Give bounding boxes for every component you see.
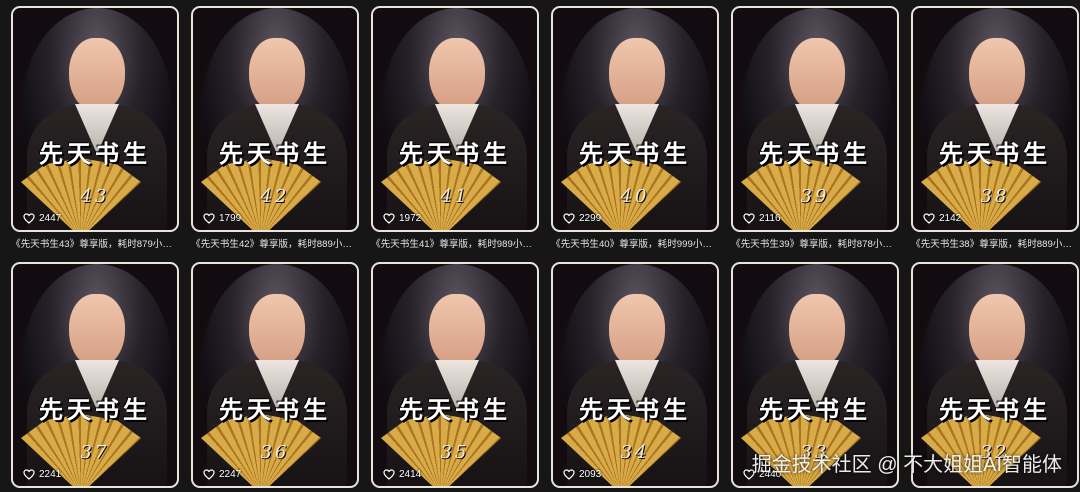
heart-outline-icon: [23, 469, 35, 480]
episode-number: 41: [440, 186, 470, 207]
heart-outline-icon: [923, 213, 935, 224]
like-count-value: 2241: [39, 469, 62, 480]
thumbnail-title: 先天书生: [939, 395, 1051, 424]
thumbnail-art: [429, 38, 485, 112]
thumbnail-title: 先天书生: [219, 395, 331, 424]
video-thumbnail[interactable]: 先天书生 39 2116: [731, 6, 899, 232]
video-thumbnail[interactable]: 先天书生 40 2299: [551, 6, 719, 232]
episode-number: 40: [620, 186, 650, 207]
heart-outline-icon: [203, 469, 215, 480]
video-card[interactable]: 先天书生 34 2093: [551, 262, 719, 488]
episode-number: 42: [260, 186, 290, 207]
heart-outline-icon: [383, 213, 395, 224]
episode-number: 38: [980, 186, 1010, 207]
thumbnail-title: 先天书生: [759, 395, 871, 424]
thumbnail-art: [69, 294, 125, 368]
like-count: 2116: [743, 213, 781, 224]
like-count: 1972: [383, 213, 421, 224]
thumbnail-title: 先天书生: [579, 395, 691, 424]
thumbnail-title: 先天书生: [399, 395, 511, 424]
heart-outline-icon: [563, 213, 575, 224]
video-thumbnail[interactable]: 先天书生 35 2414: [371, 262, 539, 488]
video-caption[interactable]: 《先天书生39》尊享版，耗时878小…: [731, 238, 899, 252]
like-count-value: 2447: [39, 213, 62, 224]
video-grid: 先天书生 43 2447 《先天书生43》尊享版，耗时879小… 先天书生 42: [0, 0, 1080, 492]
video-caption[interactable]: 《先天书生42》尊享版，耗时889小…: [191, 238, 359, 252]
like-count: 2241: [23, 469, 61, 480]
thumbnail-title: 先天书生: [219, 139, 331, 168]
video-card[interactable]: 先天书生 43 2447 《先天书生43》尊享版，耗时879小…: [11, 6, 179, 252]
video-card[interactable]: 先天书生 42 1799 《先天书生42》尊享版，耗时889小…: [191, 6, 359, 252]
thumbnail-art: [249, 294, 305, 368]
like-count: 1799: [203, 213, 241, 224]
video-card[interactable]: 先天书生 38 2142 《先天书生38》尊享版，耗时889小…: [911, 6, 1079, 252]
like-count-value: 2116: [759, 213, 781, 224]
thumbnail-title: 先天书生: [939, 139, 1051, 168]
heart-outline-icon: [383, 469, 395, 480]
like-count-value: 1799: [219, 213, 242, 224]
thumbnail-art: [969, 294, 1025, 368]
episode-number: 37: [80, 442, 110, 463]
like-count-value: 2142: [939, 213, 962, 224]
episode-number: 36: [260, 442, 290, 463]
video-thumbnail[interactable]: 先天书生 37 2241: [11, 262, 179, 488]
heart-outline-icon: [743, 213, 755, 224]
episode-number: 39: [800, 186, 830, 207]
thumbnail-title: 先天书生: [39, 395, 151, 424]
thumbnail-title: 先天书生: [759, 139, 871, 168]
thumbnail-art: [249, 38, 305, 112]
like-count-value: 2093: [579, 469, 602, 480]
video-card[interactable]: 先天书生 36 2247: [191, 262, 359, 488]
heart-outline-icon: [23, 213, 35, 224]
video-card[interactable]: 先天书生 41 1972 《先天书生41》尊享版，耗时989小…: [371, 6, 539, 252]
episode-number: 35: [440, 442, 470, 463]
like-count: 2093: [563, 469, 601, 480]
watermark: 掘金技术社区 @ 不大姐姐AI智能体: [751, 454, 1062, 476]
like-count-value: 2299: [579, 213, 602, 224]
like-count-value: 2247: [219, 469, 242, 480]
episode-number: 34: [620, 442, 650, 463]
like-count: 2414: [383, 469, 421, 480]
thumbnail-art: [789, 38, 845, 112]
video-card[interactable]: 先天书生 35 2414: [371, 262, 539, 488]
like-count-value: 2414: [399, 469, 422, 480]
thumbnail-title: 先天书生: [399, 139, 511, 168]
video-thumbnail[interactable]: 先天书生 36 2247: [191, 262, 359, 488]
heart-outline-icon: [203, 213, 215, 224]
video-caption[interactable]: 《先天书生38》尊享版，耗时889小…: [911, 238, 1079, 252]
video-caption[interactable]: 《先天书生43》尊享版，耗时879小…: [11, 238, 179, 252]
video-thumbnail[interactable]: 先天书生 42 1799: [191, 6, 359, 232]
video-card[interactable]: 先天书生 39 2116 《先天书生39》尊享版，耗时878小…: [731, 6, 899, 252]
video-card[interactable]: 先天书生 37 2241: [11, 262, 179, 488]
like-count: 2247: [203, 469, 241, 480]
thumbnail-art: [69, 38, 125, 112]
video-caption[interactable]: 《先天书生40》尊享版，耗时999小…: [551, 238, 719, 252]
thumbnail-art: [969, 38, 1025, 112]
thumbnail-art: [789, 294, 845, 368]
video-thumbnail[interactable]: 先天书生 41 1972: [371, 6, 539, 232]
thumbnail-art: [609, 38, 665, 112]
like-count: 2299: [563, 213, 601, 224]
thumbnail-title: 先天书生: [39, 139, 151, 168]
video-thumbnail[interactable]: 先天书生 34 2093: [551, 262, 719, 488]
thumbnail-art: [429, 294, 485, 368]
heart-outline-icon: [563, 469, 575, 480]
episode-number: 43: [80, 186, 110, 207]
video-caption[interactable]: 《先天书生41》尊享版，耗时989小…: [371, 238, 539, 252]
video-thumbnail[interactable]: 先天书生 38 2142: [911, 6, 1079, 232]
thumbnail-title: 先天书生: [579, 139, 691, 168]
video-card[interactable]: 先天书生 40 2299 《先天书生40》尊享版，耗时999小…: [551, 6, 719, 252]
like-count-value: 1972: [399, 213, 422, 224]
thumbnail-art: [609, 294, 665, 368]
like-count: 2447: [23, 213, 61, 224]
like-count: 2142: [923, 213, 961, 224]
video-thumbnail[interactable]: 先天书生 43 2447: [11, 6, 179, 232]
